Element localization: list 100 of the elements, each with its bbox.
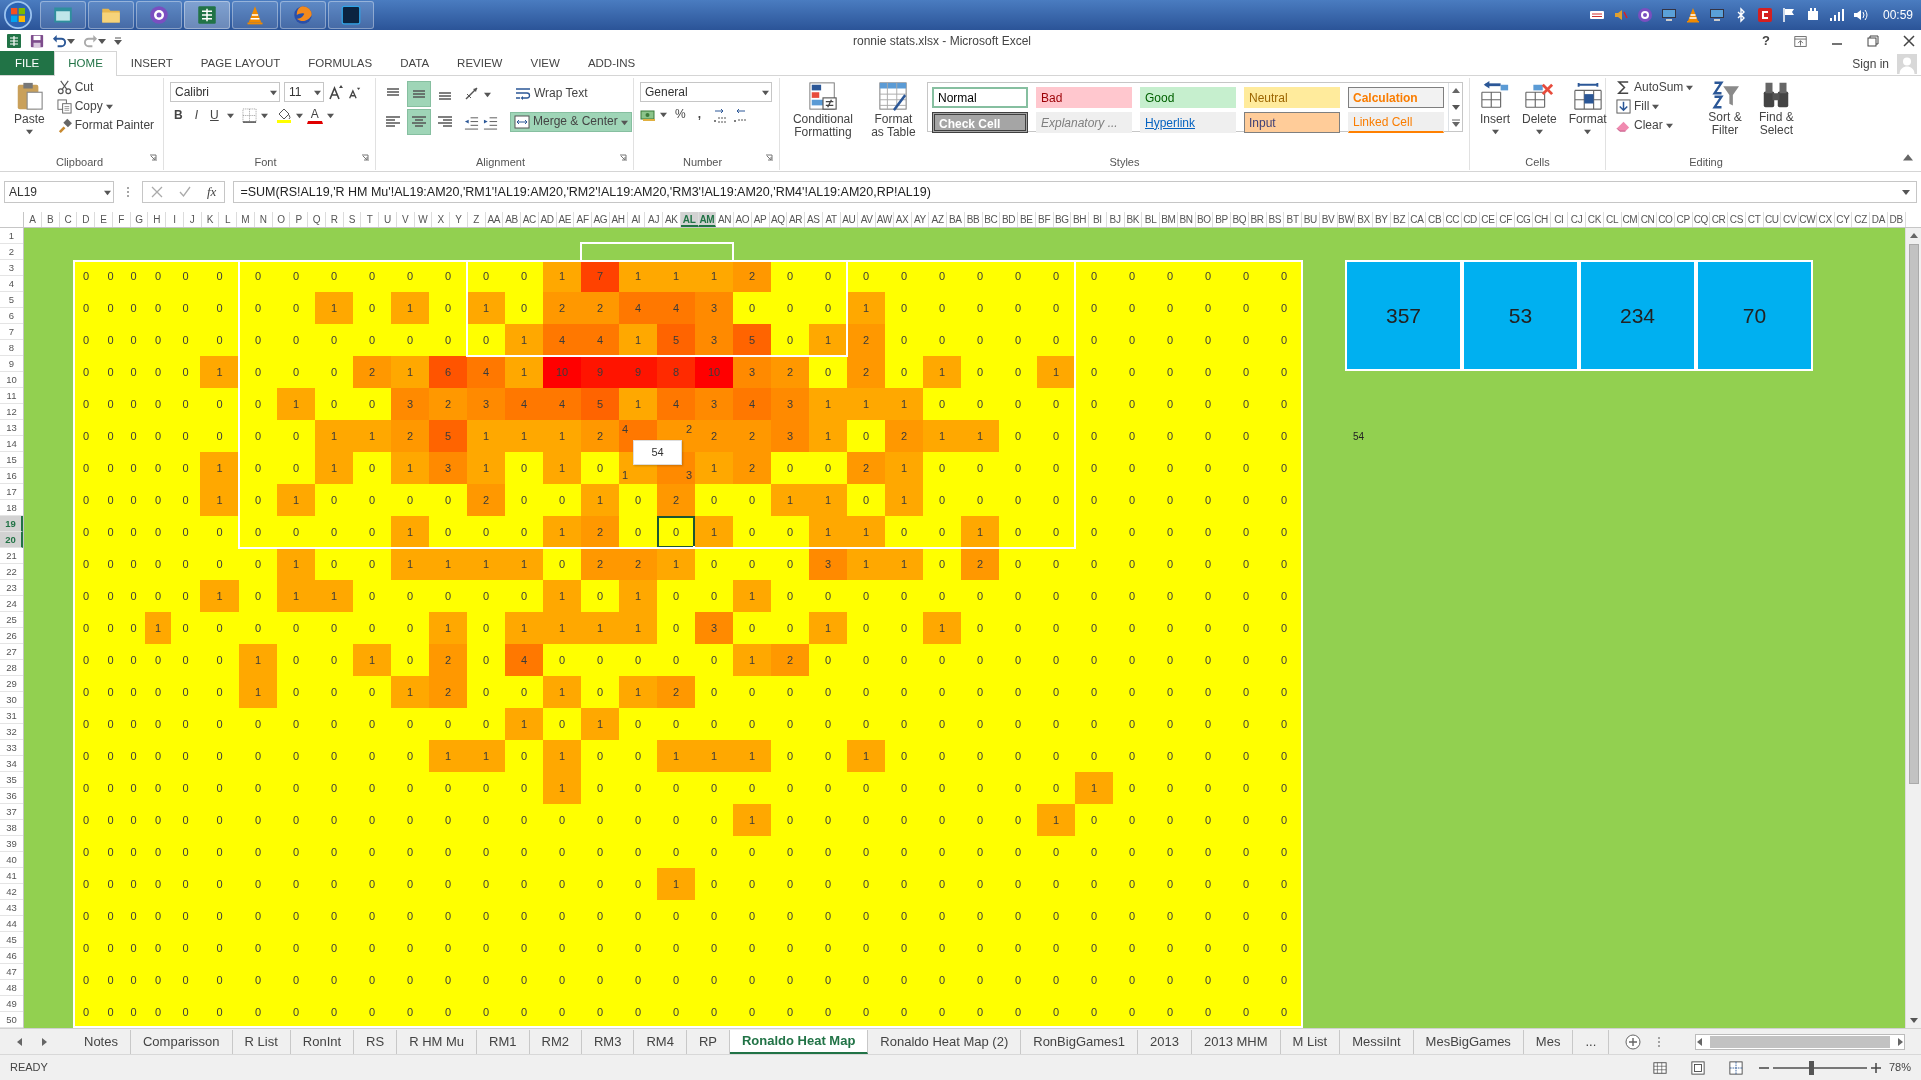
row-header[interactable]: 26 xyxy=(0,628,23,644)
taskbar-app[interactable] xyxy=(280,1,326,29)
sheet-tab[interactable]: Mes xyxy=(1523,1029,1574,1054)
column-header[interactable]: BH xyxy=(1071,212,1089,227)
zoom-in-icon[interactable] xyxy=(1870,1062,1881,1073)
scroll-up-icon[interactable] xyxy=(1909,232,1918,240)
column-header[interactable]: AQ xyxy=(769,212,788,227)
column-header[interactable]: DB xyxy=(1887,212,1906,227)
column-header[interactable]: CV xyxy=(1781,212,1799,227)
more-tabs-button[interactable]: ... xyxy=(1573,1029,1610,1054)
sort-filter-button[interactable]: Sort & Filter xyxy=(1701,78,1749,154)
column-header[interactable]: CX xyxy=(1816,212,1835,227)
column-header[interactable]: AB xyxy=(503,212,521,227)
column-header[interactable]: BB xyxy=(964,212,983,227)
column-header[interactable]: BP xyxy=(1213,212,1231,227)
row-header[interactable]: 20 xyxy=(0,532,23,548)
row-header[interactable]: 37 xyxy=(0,804,23,820)
column-header[interactable]: BI xyxy=(1089,212,1107,227)
sheet-tab[interactable]: RM3 xyxy=(581,1029,635,1054)
caret-icon[interactable] xyxy=(67,37,75,45)
customize-icon[interactable] xyxy=(114,37,122,45)
column-header[interactable]: BY xyxy=(1373,212,1391,227)
column-header[interactable]: M xyxy=(237,212,255,227)
fill-button[interactable]: Fill xyxy=(1612,97,1698,116)
format-painter-button[interactable]: Format Painter xyxy=(52,116,159,135)
column-header[interactable]: BZ xyxy=(1390,212,1409,227)
flag-icon[interactable] xyxy=(1780,7,1797,23)
column-header[interactable]: CW xyxy=(1799,212,1817,227)
insert-function-button[interactable]: fx xyxy=(207,182,217,202)
copy-button[interactable]: Copy xyxy=(52,97,159,116)
sheet-tab[interactable]: RonBigGames1 xyxy=(1021,1029,1139,1054)
column-header[interactable]: AZ xyxy=(929,212,947,227)
caret-icon[interactable] xyxy=(295,111,303,119)
cell-style-option[interactable]: Hyperlink xyxy=(1140,112,1236,133)
underline-button[interactable]: U xyxy=(206,106,223,124)
column-header[interactable]: CK xyxy=(1586,212,1604,227)
column-header[interactable]: CP xyxy=(1674,212,1693,227)
column-header[interactable]: E xyxy=(95,212,113,227)
scroll-down-icon[interactable] xyxy=(1909,1016,1918,1024)
borders-icon[interactable] xyxy=(241,107,257,123)
column-header[interactable]: Y xyxy=(450,212,468,227)
column-header[interactable]: BR xyxy=(1248,212,1267,227)
column-header[interactable]: DA xyxy=(1870,212,1888,227)
align-icon[interactable] xyxy=(408,82,430,106)
row-header[interactable]: 11 xyxy=(0,388,23,404)
ribbon-tab[interactable]: INSERT xyxy=(116,51,187,75)
column-header[interactable]: BC xyxy=(982,212,1001,227)
fill-color-icon[interactable] xyxy=(275,107,292,124)
ribbon-tab[interactable]: REVIEW xyxy=(443,51,517,75)
row-header[interactable]: 15 xyxy=(0,452,23,468)
column-header[interactable]: AT xyxy=(822,212,841,227)
column-header[interactable]: CF xyxy=(1497,212,1515,227)
column-header[interactable]: H xyxy=(148,212,166,227)
column-header[interactable]: BM xyxy=(1160,212,1178,227)
row-header[interactable]: 29 xyxy=(0,676,23,692)
scroll-right-icon[interactable] xyxy=(40,1037,48,1046)
sheet-tab[interactable]: RonInt xyxy=(290,1029,355,1054)
column-header[interactable]: AU xyxy=(840,212,859,227)
caret-icon[interactable] xyxy=(484,90,491,98)
wrap-text-button[interactable]: Wrap Text xyxy=(511,84,592,104)
column-header[interactable]: BA xyxy=(947,212,965,227)
column-header[interactable]: S xyxy=(343,212,362,227)
percent-button[interactable]: % xyxy=(671,106,690,124)
column-header[interactable]: CM xyxy=(1621,212,1640,227)
sign-in-link[interactable]: Sign in xyxy=(1852,54,1889,73)
sheet-tab[interactable]: R List xyxy=(232,1029,291,1054)
column-header[interactable]: BQ xyxy=(1231,212,1249,227)
column-header[interactable]: AJ xyxy=(645,212,663,227)
column-header[interactable]: Q xyxy=(308,212,326,227)
sheet-tab[interactable]: RP xyxy=(686,1029,730,1054)
column-header[interactable]: CH xyxy=(1532,212,1551,227)
column-header[interactable]: D xyxy=(77,212,95,227)
column-header[interactable]: CA xyxy=(1408,212,1427,227)
column-header[interactable]: AH xyxy=(609,212,628,227)
row-header[interactable]: 30 xyxy=(0,692,23,708)
row-header[interactable]: 23 xyxy=(0,580,23,596)
volume-icon[interactable] xyxy=(1852,7,1869,23)
column-header[interactable]: AS xyxy=(805,212,823,227)
cell-style-option[interactable]: Explanatory ... xyxy=(1036,112,1132,133)
row-header[interactable]: 45 xyxy=(0,932,23,948)
file-tab[interactable]: FILE xyxy=(0,51,55,75)
column-header[interactable]: CU xyxy=(1763,212,1782,227)
row-header[interactable]: 7 xyxy=(0,324,23,340)
column-header[interactable]: U xyxy=(379,212,397,227)
scroll-left-icon[interactable] xyxy=(16,1037,24,1046)
column-header[interactable]: CT xyxy=(1745,212,1764,227)
sheet-tab[interactable]: 2013 xyxy=(1138,1029,1192,1054)
column-header[interactable]: AC xyxy=(521,212,539,227)
clock[interactable]: 00:59 xyxy=(1882,6,1913,24)
decrease-decimal-icon[interactable] xyxy=(733,106,749,123)
column-header[interactable]: CG xyxy=(1515,212,1533,227)
row-header[interactable]: 49 xyxy=(0,996,23,1012)
column-header[interactable]: CY xyxy=(1834,212,1853,227)
align-icon[interactable] xyxy=(408,110,430,134)
column-header[interactable]: AI xyxy=(627,212,646,227)
ribbon-tab[interactable]: PAGE LAYOUT xyxy=(186,51,295,75)
taskbar-app[interactable] xyxy=(232,1,278,29)
column-header[interactable]: W xyxy=(414,212,433,227)
comment-box[interactable]: 54 xyxy=(633,440,682,465)
column-header[interactable]: T xyxy=(361,212,379,227)
